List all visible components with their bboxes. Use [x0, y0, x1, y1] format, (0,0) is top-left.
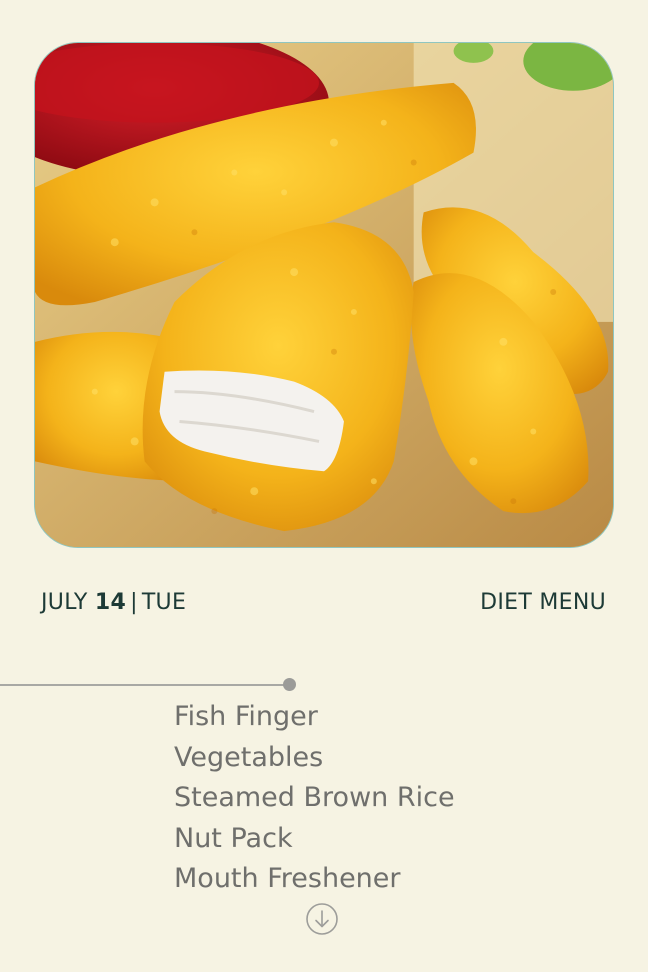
timeline-line — [0, 684, 290, 686]
date-weekday: TUE — [141, 590, 187, 615]
menu-title: DIET MENU — [480, 590, 606, 615]
fish-fingers-illustration — [35, 43, 613, 547]
date-day: 14 — [94, 590, 127, 615]
menu-list: Fish Finger Vegetables Steamed Brown Ric… — [174, 697, 455, 900]
menu-item: Mouth Freshener — [174, 863, 401, 894]
food-photo — [34, 42, 614, 548]
date-month: JULY — [41, 590, 88, 615]
date-separator: | — [130, 590, 138, 615]
timeline-dot — [283, 678, 296, 691]
menu-item: Nut Pack — [174, 822, 293, 854]
menu-item: Fish Finger — [174, 701, 318, 732]
menu-item: Vegetables — [174, 741, 324, 773]
date-label: JULY 14 | TUE — [41, 590, 186, 615]
menu-item: Steamed Brown Rice — [174, 782, 455, 813]
arrow-down-circle-icon[interactable] — [306, 903, 338, 935]
